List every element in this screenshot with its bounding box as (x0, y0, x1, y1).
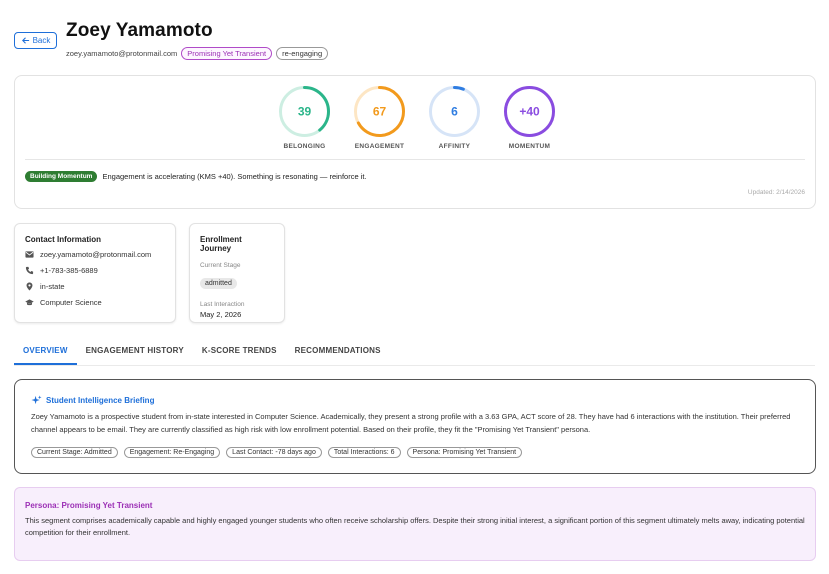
chip-persona: Persona: Promising Yet Transient (406, 447, 523, 458)
kscore-card: 39 BELONGING 67 ENGAGEMENT 6 AFFINITY +40 MOMEN… (14, 75, 816, 209)
contact-email-row: zoey.yamamoto@protonmail.com (25, 246, 165, 262)
intelligence-briefing-card: Student Intelligence Briefing Zoey Yamam… (14, 379, 816, 474)
contact-major: Computer Science (40, 297, 102, 307)
gauge-value: +40 (519, 105, 540, 119)
gauge-label: MOMENTUM (508, 143, 551, 150)
contact-residency: in-state (40, 281, 65, 291)
current-stage-label: Current Stage (200, 262, 241, 269)
gauge-value: 39 (298, 105, 312, 119)
momentum-row: Building Momentum Engagement is accelera… (25, 171, 367, 182)
gauge-label: ENGAGEMENT (354, 143, 405, 150)
momentum-text: Engagement is accelerating (KMS +40). So… (102, 172, 367, 181)
contact-title: Contact Information (25, 235, 101, 244)
persona-pill: Promising Yet Transient (181, 47, 273, 60)
gauge-ring: +40 (504, 86, 555, 137)
back-label: Back (32, 36, 51, 45)
contact-email: zoey.yamamoto@protonmail.com (40, 249, 152, 259)
chip-last-contact: Last Contact: -78 days ago (226, 447, 322, 458)
chip-current-stage: Current Stage: Admitted (31, 447, 118, 458)
tab-k-score-trends[interactable]: K-SCORE TRENDS (193, 341, 286, 365)
momentum-badge: Building Momentum (25, 171, 98, 182)
gauge-label: AFFINITY (438, 143, 471, 150)
chip-total-interactions: Total Interactions: 6 (327, 447, 401, 458)
enrollment-card: Enrollment Journey Current Stage admitte… (189, 223, 285, 323)
persona-text: This segment comprises academically capa… (25, 516, 805, 537)
gauge-ring: 67 (354, 86, 405, 137)
contact-phone: +1-783-385-6889 (40, 265, 98, 275)
gauge-label: BELONGING (283, 143, 326, 150)
phone-icon (25, 266, 34, 274)
tab-recommendations[interactable]: RECOMMENDATIONS (286, 341, 390, 365)
mail-icon (25, 250, 34, 258)
gauge-momentum: +40 MOMENTUM (502, 84, 557, 150)
briefing-text: Zoey Yamamoto is a prospective student f… (31, 412, 791, 434)
briefing-chips: Current Stage: Admitted Engagement: Re-E… (31, 447, 523, 458)
chip-engagement: Engagement: Re-Engaging (123, 447, 221, 458)
gauge-value: 67 (373, 105, 387, 119)
tabs-divider (14, 365, 815, 366)
persona-title: Persona: Promising Yet Transient (25, 501, 153, 510)
contact-card: Contact Information zoey.yamamoto@proton… (14, 223, 176, 323)
status-pill: re-engaging (276, 47, 329, 60)
gauge-ring: 6 (429, 86, 480, 137)
updated-timestamp: Updated: 2/14/2026 (747, 189, 805, 196)
tab-engagement-history[interactable]: ENGAGEMENT HISTORY (77, 341, 193, 365)
briefing-title: Student Intelligence Briefing (46, 396, 155, 405)
last-interaction-value: May 2, 2026 (200, 310, 242, 319)
persona-card: Persona: Promising Yet Transient This se… (14, 487, 816, 561)
student-name: Zoey Yamamoto (66, 20, 213, 41)
graduation-cap-icon (25, 298, 34, 305)
last-interaction-label: Last Interaction (200, 301, 245, 308)
contact-major-row: Computer Science (25, 294, 165, 310)
current-stage-chip: admitted (200, 278, 237, 289)
briefing-header: Student Intelligence Briefing (31, 395, 154, 406)
contact-residency-row: in-state (25, 278, 165, 294)
arrow-left-icon (21, 37, 29, 44)
contact-phone-row: +1-783-385-6889 (25, 262, 165, 278)
student-subline: zoey.yamamoto@protonmail.com Promising Y… (66, 47, 329, 60)
back-button[interactable]: Back (14, 32, 57, 49)
gauge-value: 6 (451, 105, 458, 119)
profile-tabs: OVERVIEW ENGAGEMENT HISTORY K-SCORE TREN… (14, 341, 390, 365)
location-pin-icon (26, 281, 33, 291)
gauge-belonging: 39 BELONGING (277, 84, 332, 150)
gauge-engagement: 67 ENGAGEMENT (352, 84, 407, 150)
divider (25, 159, 805, 160)
sparkle-icon (31, 395, 42, 405)
gauge-affinity: 6 AFFINITY (427, 84, 482, 150)
student-email: zoey.yamamoto@protonmail.com (66, 49, 178, 58)
gauge-ring: 39 (279, 86, 330, 137)
kscore-gauges: 39 BELONGING 67 ENGAGEMENT 6 AFFINITY +40 MOMEN… (277, 84, 557, 150)
tab-overview[interactable]: OVERVIEW (14, 341, 77, 365)
enrollment-title: Enrollment Journey (200, 235, 242, 253)
